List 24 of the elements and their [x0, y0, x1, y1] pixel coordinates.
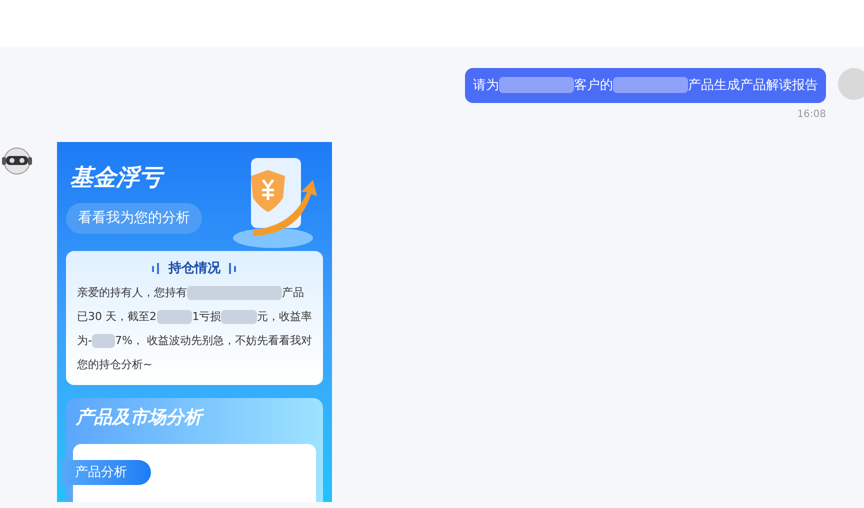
redacted-block: [221, 310, 257, 324]
message-text: 您的持仓分析~: [77, 356, 152, 372]
message-text: 1亏损: [192, 308, 222, 324]
message-text: 为-: [77, 332, 92, 348]
message-text: 产品生成产品解读报告: [688, 78, 818, 93]
section-tab[interactable]: 产品分析: [61, 460, 151, 485]
message-text: 已30 天，截至2: [77, 308, 156, 324]
user-avatar: [838, 68, 864, 100]
message-text: 产品: [282, 284, 304, 300]
message-text: 元，收益率: [257, 308, 312, 324]
message-text: 7%， 收益波动先别急，不妨先看看我对: [115, 332, 312, 348]
redacted-block: [156, 310, 192, 324]
report-title: 基金浮亏: [66, 167, 202, 190]
message-text: 客户的: [574, 78, 613, 93]
holding-title: 持仓情况: [168, 260, 220, 278]
message-text: 亲爱的持有人，您持有: [77, 284, 187, 300]
redacted-block: [92, 334, 116, 348]
bars-decoration-icon: [228, 263, 238, 274]
section-title: 产品及市场分析: [74, 406, 202, 430]
robot-avatar-icon: [1, 145, 33, 177]
message-time: 16:08: [797, 108, 826, 122]
bars-decoration-icon: [152, 263, 160, 274]
message-text: 请为: [473, 78, 499, 93]
report-subtitle: 看看我为您的分析: [66, 203, 202, 234]
